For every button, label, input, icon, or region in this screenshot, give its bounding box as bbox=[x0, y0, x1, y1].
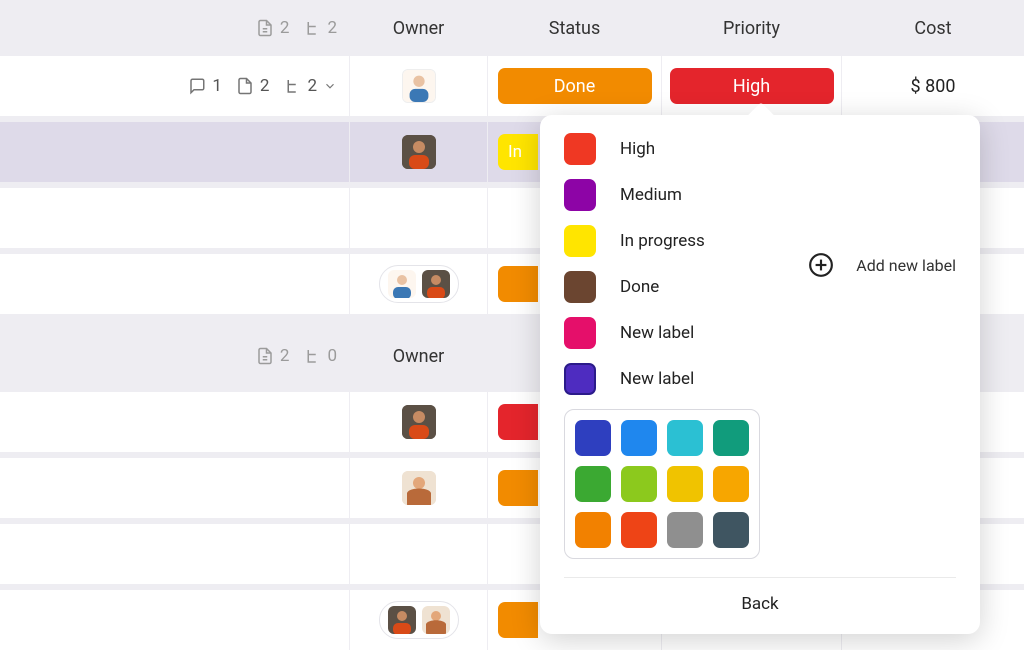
cost-cell[interactable]: $ 800 bbox=[842, 56, 1024, 116]
owner-cell[interactable] bbox=[350, 56, 488, 116]
status-pill-done[interactable]: Done bbox=[498, 68, 652, 104]
subitems-icon bbox=[303, 347, 321, 365]
subitems-count: 2 bbox=[327, 18, 337, 38]
label-swatch bbox=[564, 363, 596, 395]
comments-count: 1 bbox=[212, 76, 222, 96]
palette-color[interactable] bbox=[621, 512, 657, 548]
label-text: New label bbox=[620, 323, 694, 343]
status-stub[interactable] bbox=[498, 470, 538, 506]
subitems-meta: 2 bbox=[303, 18, 337, 38]
label-text: High bbox=[620, 139, 655, 159]
comments-meta[interactable]: 1 bbox=[188, 76, 222, 96]
palette-color[interactable] bbox=[667, 512, 703, 548]
color-palette bbox=[564, 409, 760, 559]
label-option[interactable]: New label bbox=[564, 363, 778, 395]
palette-color[interactable] bbox=[713, 466, 749, 502]
comment-icon bbox=[188, 77, 206, 95]
table-row[interactable]: 1 2 2 Done High $ 800 bbox=[0, 56, 1024, 116]
priority-header[interactable]: Priority bbox=[662, 0, 842, 56]
files-count: 2 bbox=[260, 76, 270, 96]
subitems-icon bbox=[303, 19, 321, 37]
label-swatch bbox=[564, 317, 596, 349]
file-icon bbox=[256, 347, 274, 365]
owner-cell[interactable] bbox=[350, 392, 488, 452]
files-count: 2 bbox=[280, 346, 290, 366]
avatar[interactable] bbox=[402, 69, 436, 103]
add-new-label-text: Add new label bbox=[856, 256, 956, 275]
avatar bbox=[388, 270, 416, 298]
add-new-label-button[interactable]: Add new label bbox=[808, 133, 956, 395]
task-meta-cell: 1 2 2 bbox=[0, 56, 350, 116]
subitems-count: 2 bbox=[307, 76, 317, 96]
files-meta: 2 bbox=[256, 18, 290, 38]
label-text: In progress bbox=[620, 231, 705, 251]
owner-header[interactable]: Owner bbox=[350, 0, 488, 56]
palette-color[interactable] bbox=[713, 420, 749, 456]
palette-color[interactable] bbox=[621, 466, 657, 502]
label-text: New label bbox=[620, 369, 694, 389]
priority-cell[interactable]: High bbox=[662, 56, 842, 116]
owner-summary[interactable] bbox=[350, 590, 488, 650]
files-meta[interactable]: 2 bbox=[236, 76, 270, 96]
avatar bbox=[422, 606, 450, 634]
owner-cell[interactable] bbox=[350, 122, 488, 182]
group-header-row: 2 2 Owner Status Priority Cost bbox=[0, 0, 1024, 56]
label-text: Medium bbox=[620, 185, 682, 205]
files-meta: 2 bbox=[256, 346, 290, 366]
label-option[interactable]: In progress bbox=[564, 225, 778, 257]
status-stub[interactable] bbox=[498, 404, 538, 440]
status-summary-stub bbox=[498, 266, 538, 302]
priority-pill-high[interactable]: High bbox=[670, 68, 834, 104]
file-icon bbox=[236, 77, 254, 95]
group-meta-cell: 2 2 bbox=[0, 0, 350, 56]
status-cell[interactable]: Done bbox=[488, 56, 662, 116]
palette-color[interactable] bbox=[575, 420, 611, 456]
files-count: 2 bbox=[280, 18, 290, 38]
avatar bbox=[422, 270, 450, 298]
owner-header[interactable]: Owner bbox=[350, 320, 488, 392]
subitems-count: 0 bbox=[327, 346, 337, 366]
subitems-meta: 0 bbox=[303, 346, 337, 366]
label-swatch bbox=[564, 271, 596, 303]
avatar[interactable] bbox=[402, 405, 436, 439]
cost-header[interactable]: Cost bbox=[842, 0, 1024, 56]
label-swatch bbox=[564, 133, 596, 165]
palette-color[interactable] bbox=[575, 466, 611, 502]
task-meta-cell bbox=[0, 122, 350, 182]
avatar[interactable] bbox=[402, 135, 436, 169]
group-meta-cell: 2 0 bbox=[0, 320, 350, 392]
palette-color[interactable] bbox=[713, 512, 749, 548]
label-option[interactable]: Medium bbox=[564, 179, 778, 211]
subitems-meta[interactable]: 2 bbox=[283, 76, 337, 96]
label-list: High Medium In progress Done New label New la… bbox=[564, 133, 778, 395]
palette-color[interactable] bbox=[667, 466, 703, 502]
back-button[interactable]: Back bbox=[564, 577, 956, 626]
avatar[interactable] bbox=[402, 471, 436, 505]
avatar-group[interactable] bbox=[379, 601, 459, 639]
label-swatch bbox=[564, 179, 596, 211]
label-swatch bbox=[564, 225, 596, 257]
avatar-group[interactable] bbox=[379, 265, 459, 303]
owner-cell[interactable] bbox=[350, 458, 488, 518]
file-icon bbox=[256, 19, 274, 37]
palette-color[interactable] bbox=[575, 512, 611, 548]
label-text: Done bbox=[620, 277, 659, 297]
status-pill-partial[interactable]: In bbox=[498, 134, 538, 170]
priority-label-popover[interactable]: High Medium In progress Done New label New la… bbox=[540, 115, 980, 634]
subitems-icon bbox=[283, 77, 301, 95]
status-header[interactable]: Status bbox=[488, 0, 662, 56]
plus-circle-icon bbox=[808, 252, 834, 278]
label-option[interactable]: Done bbox=[564, 271, 778, 303]
owner-summary[interactable] bbox=[350, 254, 488, 314]
avatar bbox=[388, 606, 416, 634]
status-partial-text: In bbox=[508, 142, 522, 162]
palette-color[interactable] bbox=[667, 420, 703, 456]
label-option[interactable]: High bbox=[564, 133, 778, 165]
palette-color[interactable] bbox=[621, 420, 657, 456]
label-option[interactable]: New label bbox=[564, 317, 778, 349]
chevron-down-icon[interactable] bbox=[323, 79, 337, 93]
cost-value: $ 800 bbox=[911, 76, 956, 97]
